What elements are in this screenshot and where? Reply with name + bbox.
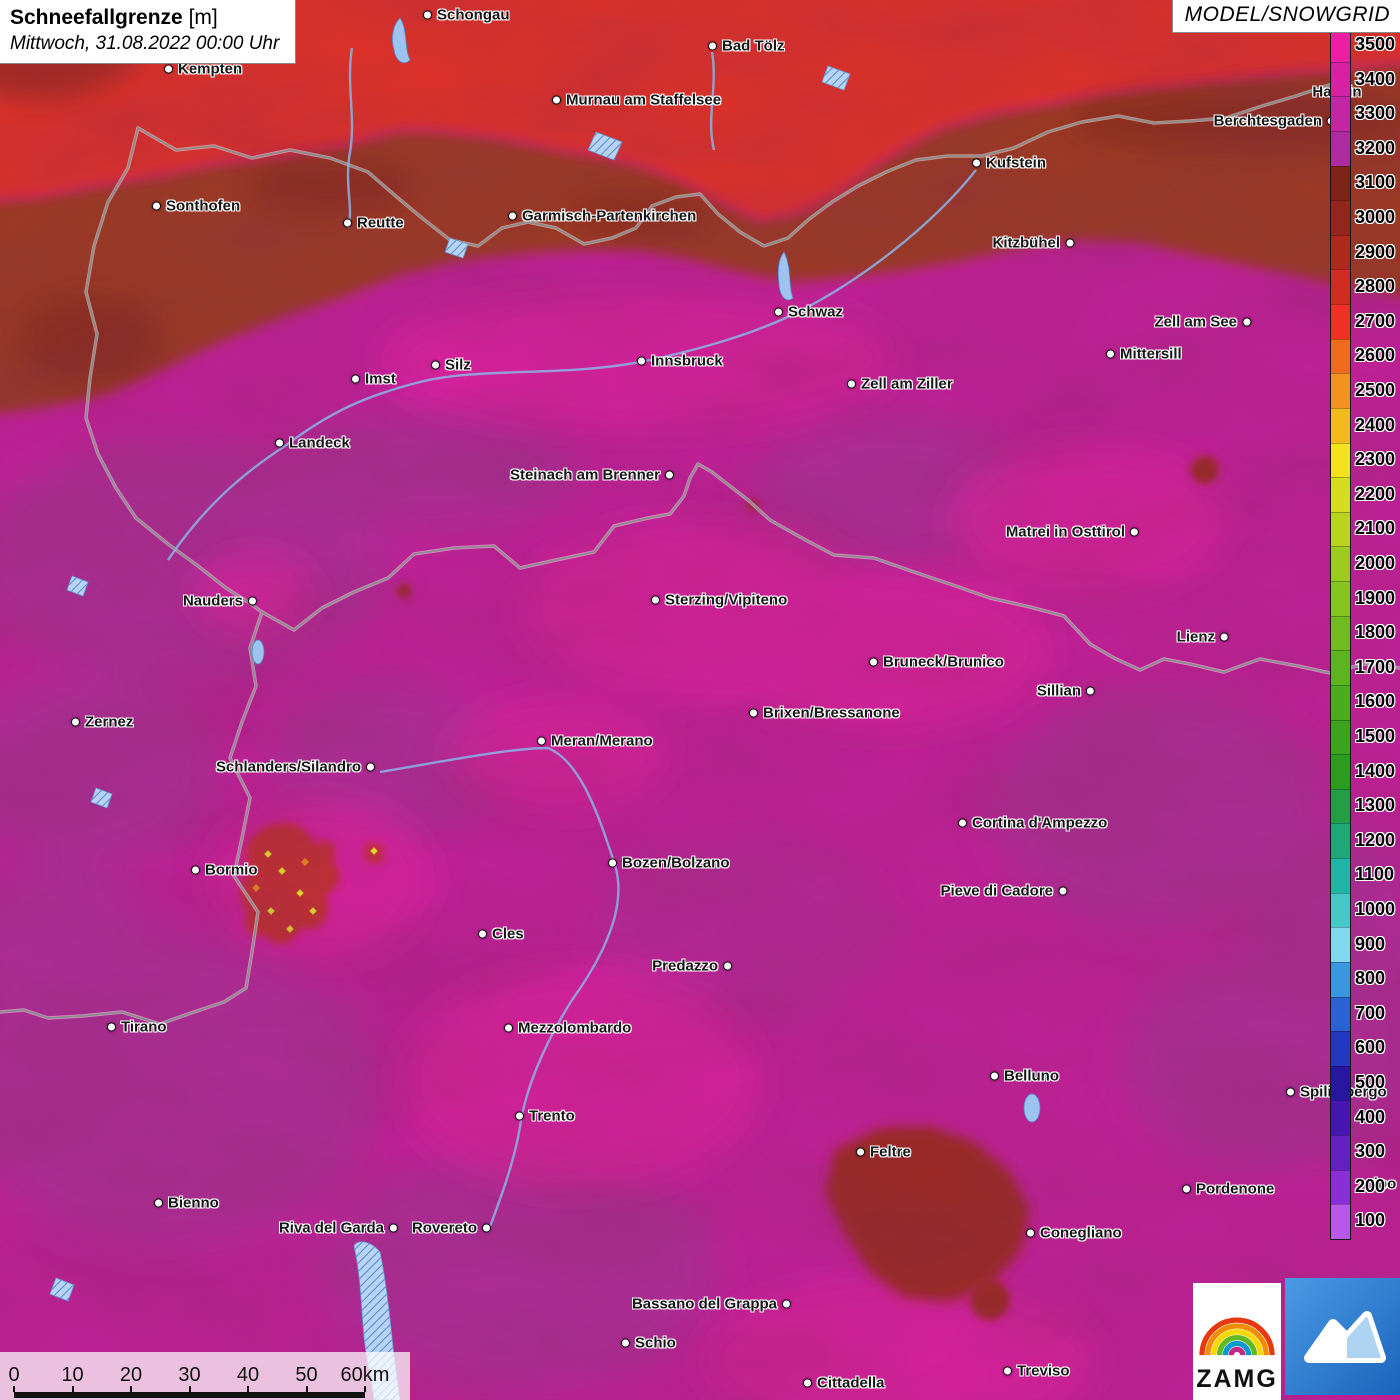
zamg-rainbow-icon <box>1197 1289 1277 1361</box>
legend-value-2200: 2200 <box>1355 477 1395 512</box>
legend-color-bar <box>1330 27 1351 1240</box>
legend-value-500: 500 <box>1355 1065 1385 1100</box>
scale-tick-label-60km: 60km <box>341 1364 390 1387</box>
legend-value-2600: 2600 <box>1355 338 1395 373</box>
legend-value-1400: 1400 <box>1355 754 1395 789</box>
scale-tick-label-40: 40 <box>237 1364 259 1387</box>
elevation-legend: 3500340033003200310030002900280027002600… <box>1330 27 1351 1240</box>
mountain-icon <box>1285 1278 1400 1395</box>
scale-bar: 0 10 20 30 40 50 60km <box>0 1352 410 1400</box>
legend-value-1200: 1200 <box>1355 823 1395 858</box>
legend-value-3000: 3000 <box>1355 200 1395 235</box>
legend-value-2900: 2900 <box>1355 235 1395 270</box>
legend-value-300: 300 <box>1355 1134 1385 1169</box>
scale-tick-label-0: 0 <box>8 1364 19 1387</box>
legend-value-2100: 2100 <box>1355 511 1395 546</box>
legend-segment-200 <box>1331 1170 1350 1205</box>
map-unit: [m] <box>189 6 218 29</box>
map-canvas <box>0 0 1400 1400</box>
legend-value-400: 400 <box>1355 1100 1385 1135</box>
scale-tick-label-20: 20 <box>120 1364 142 1387</box>
legend-segment-400 <box>1331 1100 1350 1135</box>
legend-segment-3200 <box>1331 131 1350 166</box>
title-line: Schneefallgrenze [m] <box>10 6 279 30</box>
legend-segment-2600 <box>1331 339 1350 374</box>
scale-tick-label-10: 10 <box>61 1364 83 1387</box>
legend-value-200: 200 <box>1355 1169 1385 1204</box>
legend-value-1000: 1000 <box>1355 892 1395 927</box>
legend-segment-100 <box>1331 1204 1350 1239</box>
legend-value-600: 600 <box>1355 1030 1385 1065</box>
legend-segment-2300 <box>1331 443 1350 478</box>
legend-value-900: 900 <box>1355 927 1385 962</box>
legend-segment-2500 <box>1331 373 1350 408</box>
legend-segment-2700 <box>1331 304 1350 339</box>
legend-segment-800 <box>1331 962 1350 997</box>
legend-value-1500: 1500 <box>1355 719 1395 754</box>
legend-segment-600 <box>1331 1031 1350 1066</box>
legend-value-3300: 3300 <box>1355 96 1395 131</box>
legend-segment-300 <box>1331 1135 1350 1170</box>
legend-value-2800: 2800 <box>1355 269 1395 304</box>
snowfall-limit-map: SchongauBad TölzKemptenMurnau am Staffel… <box>0 0 1400 1400</box>
zamg-logo: ZAMG <box>1193 1283 1281 1400</box>
legend-segment-1700 <box>1331 650 1350 685</box>
legend-segment-1000 <box>1331 893 1350 928</box>
legend-segment-2800 <box>1331 269 1350 304</box>
legend-segment-2000 <box>1331 546 1350 581</box>
legend-value-1800: 1800 <box>1355 615 1395 650</box>
legend-segment-1100 <box>1331 858 1350 893</box>
legend-value-2300: 2300 <box>1355 442 1395 477</box>
title-box: Schneefallgrenze [m] Mittwoch, 31.08.202… <box>0 0 296 64</box>
legend-value-3100: 3100 <box>1355 165 1395 200</box>
legend-segment-1300 <box>1331 789 1350 824</box>
map-datetime: Mittwoch, 31.08.2022 00:00 Uhr <box>10 33 279 55</box>
legend-segment-3000 <box>1331 200 1350 235</box>
legend-value-800: 800 <box>1355 961 1385 996</box>
legend-segment-1900 <box>1331 581 1350 616</box>
legend-segment-2200 <box>1331 477 1350 512</box>
scale-tick-label-50: 50 <box>295 1364 317 1387</box>
legend-value-2700: 2700 <box>1355 304 1395 339</box>
legend-segment-1600 <box>1331 685 1350 720</box>
legend-segment-500 <box>1331 1066 1350 1101</box>
legend-value-2500: 2500 <box>1355 373 1395 408</box>
legend-value-1900: 1900 <box>1355 581 1395 616</box>
legend-segment-1800 <box>1331 616 1350 651</box>
legend-value-1300: 1300 <box>1355 788 1395 823</box>
map-title: Schneefallgrenze <box>10 6 183 29</box>
legend-segment-700 <box>1331 997 1350 1032</box>
legend-segment-3300 <box>1331 96 1350 131</box>
legend-segment-1400 <box>1331 754 1350 789</box>
legend-segment-3500 <box>1331 28 1350 62</box>
legend-segment-900 <box>1331 927 1350 962</box>
legend-segment-1500 <box>1331 720 1350 755</box>
legend-value-2000: 2000 <box>1355 546 1395 581</box>
legend-value-3400: 3400 <box>1355 62 1395 97</box>
legend-segment-2900 <box>1331 235 1350 270</box>
scale-tick-label-30: 30 <box>178 1364 200 1387</box>
legend-segment-3400 <box>1331 62 1350 97</box>
legend-value-700: 700 <box>1355 996 1385 1031</box>
legend-value-3200: 3200 <box>1355 131 1395 166</box>
scale-line <box>14 1392 365 1398</box>
legend-segment-3100 <box>1331 166 1350 201</box>
snowgrid-logo <box>1285 1278 1400 1395</box>
legend-segment-2400 <box>1331 408 1350 443</box>
legend-value-100: 100 <box>1355 1203 1385 1238</box>
zamg-logo-text: ZAMG <box>1196 1365 1278 1394</box>
legend-value-1600: 1600 <box>1355 684 1395 719</box>
terrain-shading <box>0 0 1400 1400</box>
legend-segment-2100 <box>1331 512 1350 547</box>
legend-value-2400: 2400 <box>1355 408 1395 443</box>
legend-value-1700: 1700 <box>1355 650 1395 685</box>
legend-value-1100: 1100 <box>1355 857 1394 892</box>
legend-segment-1200 <box>1331 823 1350 858</box>
model-label: MODEL/SNOWGRID <box>1172 0 1400 33</box>
